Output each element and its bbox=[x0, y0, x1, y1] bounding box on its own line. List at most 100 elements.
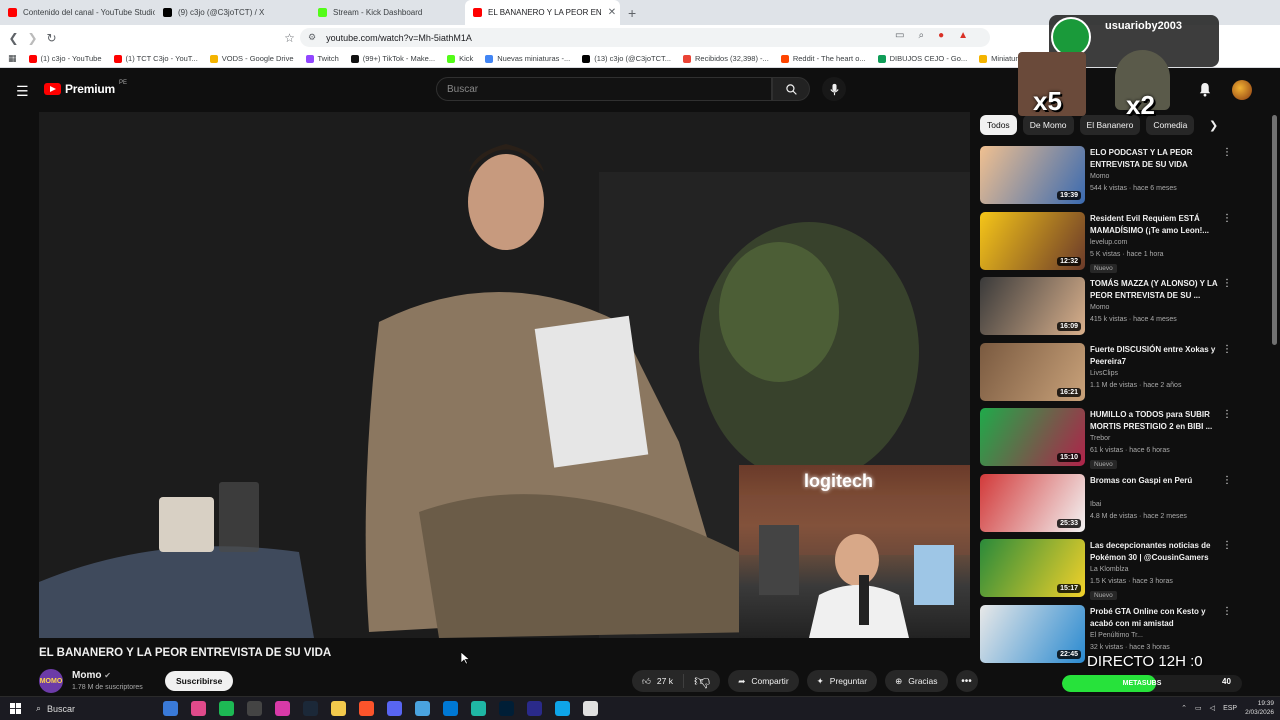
search-input[interactable]: Buscar bbox=[436, 77, 772, 101]
video-thumbnail[interactable]: 15:10 bbox=[980, 408, 1085, 466]
channel-avatar[interactable]: MOMO bbox=[39, 669, 63, 693]
subscribe-button[interactable]: Suscribirse bbox=[165, 671, 234, 691]
youtube-logo[interactable]: Premium PE bbox=[44, 80, 127, 96]
video-thumbnail[interactable]: 15:17 bbox=[980, 539, 1085, 597]
video-thumbnail[interactable]: 25:33 bbox=[980, 473, 1085, 532]
thanks-button[interactable]: ⊕ Gracias bbox=[885, 670, 948, 692]
taskbar-app-icon[interactable] bbox=[191, 701, 206, 716]
taskbar-app-icon[interactable] bbox=[387, 701, 402, 716]
tab-current-video[interactable]: EL BANANERO Y LA PEOR EN ✕ bbox=[465, 0, 620, 25]
taskbar-app-icon[interactable] bbox=[527, 701, 542, 716]
more-vertical-icon[interactable]: ⋮ bbox=[1222, 475, 1232, 486]
bookmark-item[interactable]: (13) c3jo (@C3joTCT... bbox=[582, 54, 671, 63]
video-thumbnail[interactable]: 12:32 bbox=[980, 211, 1085, 270]
close-tab-icon[interactable]: ✕ bbox=[608, 7, 616, 18]
clock[interactable]: 19:39 2/03/2026 bbox=[1245, 699, 1274, 717]
bookmark-item[interactable]: Twitch bbox=[305, 54, 339, 63]
recommended-channel[interactable]: Momo bbox=[1090, 304, 1109, 311]
recommended-channel[interactable]: El Penúltimo Tr... bbox=[1090, 632, 1143, 639]
video-thumbnail[interactable]: 16:21 bbox=[980, 342, 1085, 401]
recommended-channel[interactable]: Momo bbox=[1090, 173, 1109, 180]
bookmark-item[interactable]: (1) TCT C3jo - YouT... bbox=[113, 54, 198, 63]
recommended-channel[interactable]: levelup.com bbox=[1090, 239, 1127, 246]
dislike-button[interactable]: 👎︎ bbox=[684, 672, 720, 691]
network-icon[interactable]: ▭ bbox=[1195, 704, 1202, 712]
chip-from-channel[interactable]: De Momo bbox=[1022, 115, 1074, 135]
more-vertical-icon[interactable]: ⋮ bbox=[1222, 344, 1232, 355]
user-avatar[interactable] bbox=[1232, 80, 1252, 100]
recommended-video[interactable]: 25:33 Bromas con Gaspi en Perú Ibai 4.8 M d… bbox=[980, 473, 1240, 539]
share-button[interactable]: ➦ Compartir bbox=[728, 670, 799, 692]
recommended-title[interactable]: Fuerte DISCUSIÓN entre Xokas y Peereira7 bbox=[1090, 344, 1220, 368]
ask-button[interactable]: ✦ Preguntar bbox=[806, 670, 878, 692]
search-button[interactable] bbox=[772, 77, 810, 101]
video-player[interactable]: logitech bbox=[39, 112, 970, 638]
video-thumbnail[interactable]: 22:45 bbox=[980, 604, 1085, 663]
page-scrollbar[interactable] bbox=[1272, 115, 1277, 345]
extension-icon[interactable]: ▲ bbox=[958, 30, 968, 41]
recommended-title[interactable]: Probé GTA Online con Kesto y acabó con m… bbox=[1090, 606, 1220, 630]
taskbar-app-icon[interactable] bbox=[247, 701, 262, 716]
video-thumbnail[interactable]: 16:09 bbox=[980, 277, 1085, 335]
taskbar-app-icon[interactable] bbox=[443, 701, 458, 716]
bookmark-item[interactable]: Kick bbox=[447, 54, 473, 63]
bookmark-item[interactable]: Recibidos (32,398) -... bbox=[683, 54, 769, 63]
recommended-video[interactable]: 15:10 HUMILLO a TODOS para SUBIR MORTIS P… bbox=[980, 407, 1240, 473]
reload-button[interactable]: ↻ bbox=[42, 31, 61, 45]
notifications-button[interactable] bbox=[1198, 82, 1212, 102]
recommended-video[interactable]: 12:32 Resident Evil Requiem ESTÁ MAMADÍSI… bbox=[980, 211, 1240, 277]
video-thumbnail[interactable]: 19:39 bbox=[980, 146, 1085, 204]
menu-hamburger-icon[interactable]: ☰ bbox=[16, 83, 29, 100]
zoom-icon[interactable]: ⌕ bbox=[918, 30, 924, 41]
recommended-title[interactable]: Resident Evil Requiem ESTÁ MAMADÍSIMO (¡… bbox=[1090, 213, 1220, 237]
recommended-video[interactable]: 16:09 TOMÁS MAZZA (Y ALONSO) Y LA PEOR EN… bbox=[980, 276, 1240, 342]
url-bar[interactable]: ⚙ youtube.com/watch?v=Mh-5iathM1A bbox=[300, 28, 990, 47]
site-info-icon[interactable]: ⚙ bbox=[308, 32, 316, 43]
bookmark-item[interactable]: DIBUJOS CEJO - Go... bbox=[877, 54, 967, 63]
start-button[interactable] bbox=[0, 703, 30, 714]
bookmark-item[interactable]: (1) c3jo - YouTube bbox=[28, 54, 102, 63]
recommended-channel[interactable]: LivsClips bbox=[1090, 370, 1118, 377]
more-vertical-icon[interactable]: ⋮ bbox=[1222, 409, 1232, 420]
recommended-channel[interactable]: La Klomblza bbox=[1090, 566, 1129, 573]
taskbar-app-icon[interactable] bbox=[359, 701, 374, 716]
bookmark-star-icon[interactable]: ☆ bbox=[280, 31, 299, 45]
taskbar-app-icon[interactable] bbox=[331, 701, 346, 716]
more-vertical-icon[interactable]: ⋮ bbox=[1222, 278, 1232, 289]
recommended-channel[interactable]: Trebor bbox=[1090, 435, 1110, 442]
forward-button[interactable]: ❯ bbox=[23, 31, 42, 45]
more-vertical-icon[interactable]: ⋮ bbox=[1222, 606, 1232, 617]
like-button[interactable]: 👍︎ 27 k bbox=[632, 674, 684, 688]
taskbar-app-icon[interactable] bbox=[415, 701, 430, 716]
taskbar-app-icon[interactable] bbox=[303, 701, 318, 716]
taskbar-app-icon[interactable] bbox=[163, 701, 178, 716]
apps-grid-icon[interactable]: ▦ bbox=[8, 53, 17, 64]
recommended-title[interactable]: Las decepcionantes noticias de Pokémon 3… bbox=[1090, 540, 1220, 564]
volume-icon[interactable]: ◁ bbox=[1210, 704, 1215, 712]
recommended-title[interactable]: HUMILLO a TODOS para SUBIR MORTIS PRESTI… bbox=[1090, 409, 1220, 433]
extension-icon[interactable]: ● bbox=[938, 30, 944, 41]
taskbar-app-icon[interactable] bbox=[499, 701, 514, 716]
tab-youtube-studio[interactable]: Contenido del canal - YouTube Studio bbox=[0, 0, 155, 25]
tab-kick[interactable]: Stream - Kick Dashboard bbox=[310, 0, 465, 25]
recommended-title[interactable]: Bromas con Gaspi en Perú bbox=[1090, 475, 1220, 487]
recommended-channel[interactable]: Ibai bbox=[1090, 501, 1101, 508]
back-button[interactable]: ❮ bbox=[4, 31, 23, 45]
language-indicator[interactable]: ESP bbox=[1223, 705, 1237, 712]
more-vertical-icon[interactable]: ⋮ bbox=[1222, 147, 1232, 158]
chevron-right-icon[interactable]: ❯ bbox=[1209, 119, 1218, 132]
taskbar-app-icon[interactable] bbox=[583, 701, 598, 716]
more-actions-button[interactable]: ••• bbox=[955, 670, 978, 692]
recommended-title[interactable]: ELO PODCAST Y LA PEOR ENTREVISTA DE SU V… bbox=[1090, 147, 1220, 171]
tab-x[interactable]: (9) c3jo (@C3joTCT) / X bbox=[155, 0, 310, 25]
recommended-video[interactable]: 19:39 ELO PODCAST Y LA PEOR ENTREVISTA DE… bbox=[980, 145, 1240, 211]
cast-icon[interactable]: ▭ bbox=[895, 30, 904, 41]
taskbar-app-icon[interactable] bbox=[471, 701, 486, 716]
recommended-video[interactable]: 15:17 Las decepcionantes noticias de Poké… bbox=[980, 538, 1240, 604]
chip-all[interactable]: Todos bbox=[980, 115, 1017, 135]
voice-search-button[interactable] bbox=[822, 77, 846, 101]
more-vertical-icon[interactable]: ⋮ bbox=[1222, 213, 1232, 224]
tray-chevron-icon[interactable]: ⌃ bbox=[1181, 704, 1187, 712]
bookmark-item[interactable]: (99+) TikTok - Make... bbox=[350, 54, 435, 63]
taskbar-app-icon[interactable] bbox=[219, 701, 234, 716]
